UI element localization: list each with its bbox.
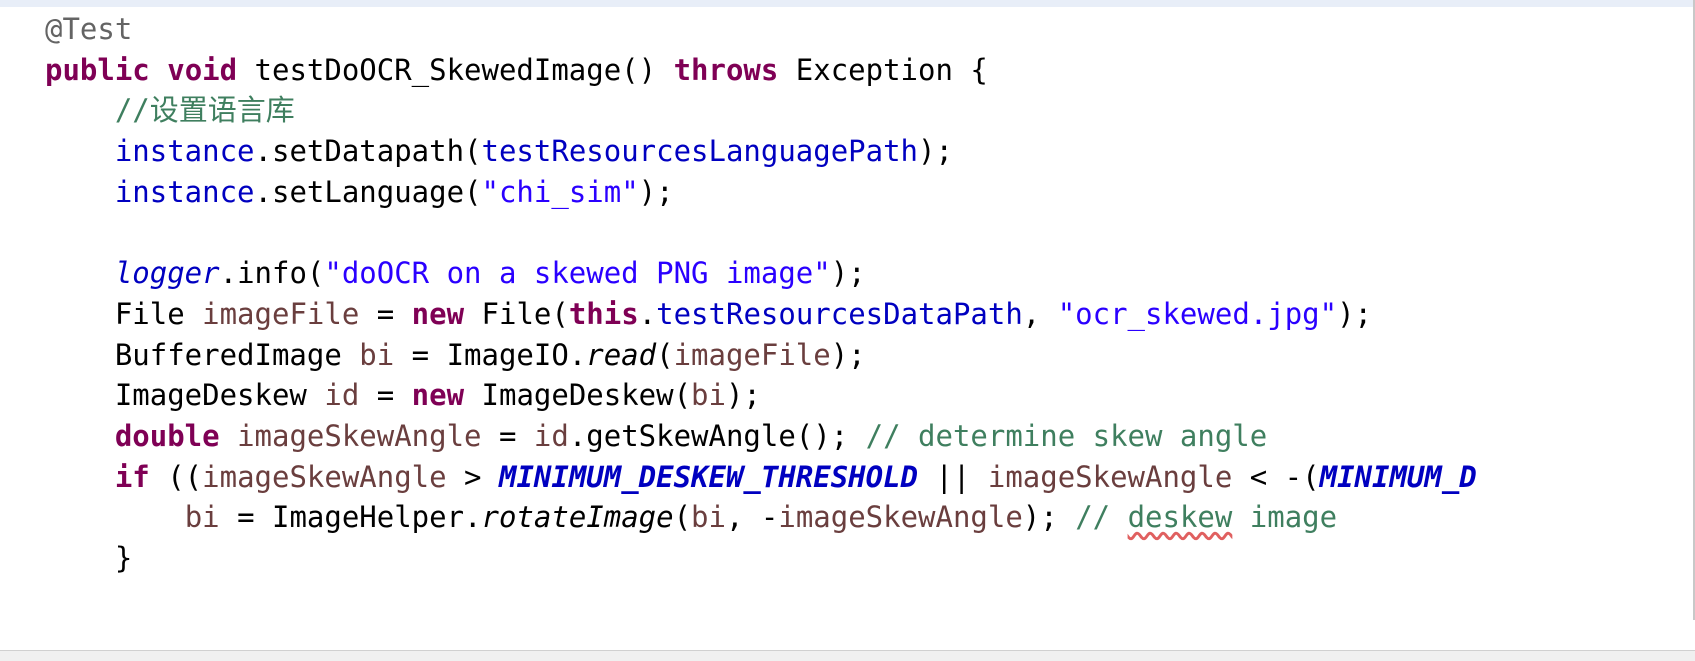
code-token: "ocr_skewed.jpg" xyxy=(1057,296,1338,331)
code-token: // xyxy=(1075,500,1128,535)
code-token: id xyxy=(533,419,569,453)
code-token: double xyxy=(114,419,220,453)
code-token: = xyxy=(481,419,534,453)
code-token: //设置语言库 xyxy=(114,93,295,128)
code-token: File( xyxy=(464,296,569,331)
code-token: imageSkewAngle xyxy=(778,500,1023,535)
code-token: id xyxy=(324,378,360,413)
code-token: . xyxy=(638,296,657,331)
code-token: testResourcesDataPath xyxy=(656,296,1023,331)
code-token: imageSkewAngle xyxy=(987,459,1233,494)
code-token: .setDatapath( xyxy=(254,134,482,169)
code-token: image xyxy=(1232,500,1338,535)
code-token: // determine skew angle xyxy=(865,419,1268,453)
code-token: this xyxy=(568,296,639,331)
code-token: bi xyxy=(691,500,726,535)
code-token: = xyxy=(359,296,412,331)
code-token: logger xyxy=(114,256,220,291)
code-token: < -( xyxy=(1232,459,1320,494)
code-line[interactable]: } xyxy=(45,538,132,578)
code-token: ( xyxy=(673,500,692,535)
code-token: new xyxy=(411,296,465,331)
code-token: MINIMUM_D xyxy=(1319,459,1477,494)
code-token: new xyxy=(411,378,465,413)
code-token: bi xyxy=(359,337,395,372)
code-token: imageSkewAngle xyxy=(237,419,482,453)
code-token: || xyxy=(918,459,988,494)
code-token: ); xyxy=(1022,500,1076,535)
code-line[interactable]: if ((imageSkewAngle > MINIMUM_DESKEW_THR… xyxy=(45,457,1477,497)
code-token: public xyxy=(45,52,150,87)
code-line[interactable]: bi = ImageHelper.rotateImage(bi, -imageS… xyxy=(45,497,1337,537)
code-token: , xyxy=(1022,296,1058,331)
code-token: ); xyxy=(638,174,674,209)
code-token: > xyxy=(446,459,499,494)
code-token: } xyxy=(45,541,133,576)
code-token: instance xyxy=(114,174,255,209)
code-token: ); xyxy=(918,134,953,169)
code-token: (( xyxy=(149,459,203,494)
code-token: Exception { xyxy=(778,52,988,87)
code-line[interactable]: ImageDeskew id = new ImageDeskew(bi); xyxy=(45,375,761,415)
code-token: ); xyxy=(830,256,866,291)
code-editor[interactable]: @Test public void testDoOCR_SkewedImage()… xyxy=(0,0,1695,650)
code-line[interactable]: @Test xyxy=(45,9,132,49)
code-token: = xyxy=(359,378,412,413)
code-line[interactable]: instance.setLanguage("chi_sim"); xyxy=(45,172,674,212)
code-token: @Test xyxy=(45,12,133,46)
code-token: deskew xyxy=(1127,500,1233,535)
code-token: .info( xyxy=(219,256,325,291)
code-token: rotateImage xyxy=(481,500,674,535)
code-token: MINIMUM_DESKEW_THRESHOLD xyxy=(498,459,919,494)
code-token: = ImageIO. xyxy=(394,337,587,372)
code-line[interactable]: File imageFile = new File(this.testResou… xyxy=(45,294,1372,334)
code-token: "chi_sim" xyxy=(481,174,639,209)
code-token: void xyxy=(167,52,238,87)
code-token: .getSkewAngle(); xyxy=(568,419,866,453)
code-token: File xyxy=(45,296,203,331)
code-line[interactable]: double imageSkewAngle = id.getSkewAngle(… xyxy=(45,416,1267,456)
code-token: testDoOCR_SkewedImage() xyxy=(237,52,674,87)
code-token: ); xyxy=(725,378,761,413)
code-token: throws xyxy=(673,52,779,87)
code-token: = ImageHelper. xyxy=(219,500,482,535)
code-token: ( xyxy=(656,337,674,372)
horizontal-scrollbar[interactable] xyxy=(0,650,1695,661)
code-token: "doOCR on a skewed PNG image" xyxy=(324,256,831,291)
code-token: testResourcesLanguagePath xyxy=(481,134,919,169)
code-token: imageFile xyxy=(202,296,360,331)
code-token: .setLanguage( xyxy=(254,174,482,209)
code-token: , - xyxy=(725,500,779,535)
code-token: ImageDeskew( xyxy=(464,378,692,413)
code-token: ImageDeskew xyxy=(45,378,325,413)
code-line[interactable]: instance.setDatapath(testResourcesLangua… xyxy=(45,131,953,171)
code-token: instance xyxy=(114,134,255,169)
code-token: if xyxy=(114,459,150,494)
code-line[interactable]: BufferedImage bi = ImageIO.read(imageFil… xyxy=(45,335,866,375)
code-token: ); xyxy=(1337,296,1372,331)
code-token: read xyxy=(586,337,657,372)
code-token: imageSkewAngle xyxy=(202,459,447,494)
code-token: bi xyxy=(184,500,220,535)
code-token: ); xyxy=(830,337,866,372)
code-line[interactable]: //设置语言库 xyxy=(45,90,295,130)
code-token: imageFile xyxy=(673,337,831,372)
code-token: BufferedImage xyxy=(45,337,360,372)
code-line[interactable]: logger.info("doOCR on a skewed PNG image… xyxy=(45,253,866,293)
code-line[interactable]: public void testDoOCR_SkewedImage() thro… xyxy=(45,50,988,90)
code-token: bi xyxy=(691,378,726,413)
